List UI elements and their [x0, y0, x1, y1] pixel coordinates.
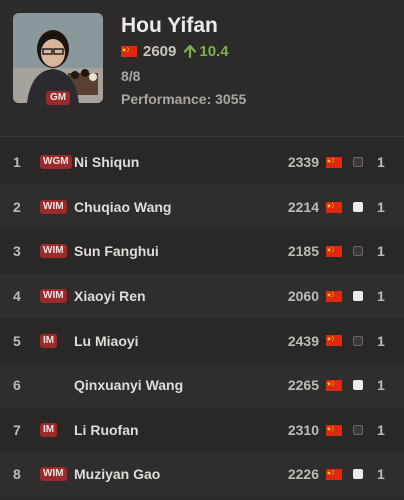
- player-performance: Performance: 3055: [121, 91, 247, 107]
- black-piece-color-icon: [353, 246, 363, 257]
- opponent-row[interactable]: 1 WGM Ni Shiqun 2339 1: [0, 140, 404, 185]
- player-rating-line: 2609 10.4: [121, 43, 229, 60]
- game-points: 1: [377, 243, 385, 260]
- player-header: GM Hou Yifan 2609 10.4 8/8 Performance: …: [0, 0, 404, 137]
- opponent-rating: 2226: [287, 466, 319, 483]
- player-rating: 2609: [143, 43, 177, 60]
- round-number: 7: [13, 421, 21, 438]
- opponent-name[interactable]: Xiaoyi Ren: [74, 288, 146, 304]
- arrow-up-icon: [184, 45, 197, 58]
- round-number: 5: [13, 332, 21, 349]
- title-badge: WIM: [40, 289, 67, 304]
- title-badge: IM: [40, 333, 58, 348]
- title-badge: WIM: [40, 244, 67, 259]
- opponent-rating: 2185: [287, 243, 319, 260]
- round-number: 6: [13, 377, 21, 394]
- opponent-row[interactable]: 6 Qinxuanyi Wang 2265 1: [0, 362, 404, 408]
- round-number: 1: [13, 154, 21, 171]
- china-flag-icon: [326, 423, 342, 439]
- china-flag-icon: [121, 46, 137, 57]
- player-name[interactable]: Hou Yifan: [121, 14, 218, 38]
- round-number: 2: [13, 198, 21, 215]
- opponent-name[interactable]: Lu Miaoyi: [74, 333, 139, 349]
- game-points: 1: [377, 421, 385, 438]
- game-points: 1: [377, 466, 385, 483]
- opponent-list: 1 WGM Ni Shiqun 2339 1 2 WIM Chuqiao Wang 2214 1 3…: [0, 140, 404, 497]
- white-piece-color-icon: [353, 469, 363, 480]
- china-flag-icon: [326, 155, 342, 171]
- opponent-rating: 2310: [287, 421, 319, 438]
- opponent-rating: 2439: [287, 332, 319, 349]
- player-photo: [13, 13, 103, 103]
- title-badge: WGM: [40, 155, 72, 170]
- opponent-row[interactable]: 4 WIM Xiaoyi Ren 2060 1: [0, 273, 404, 319]
- opponent-row[interactable]: 8 WIM Muziyan Gao 2226 1: [0, 452, 404, 497]
- china-flag-icon: [326, 244, 342, 260]
- opponent-name[interactable]: Sun Fanghui: [74, 243, 159, 259]
- game-points: 1: [377, 288, 385, 305]
- game-points: 1: [377, 198, 385, 215]
- opponent-row[interactable]: 3 WIM Sun Fanghui 2185 1: [0, 229, 404, 274]
- title-badge: WIM: [40, 199, 67, 214]
- rating-gain-value: 10.4: [199, 43, 229, 60]
- opponent-row[interactable]: 5 IM Lu Miaoyi 2439 1: [0, 318, 404, 363]
- opponent-rating: 2265: [287, 377, 319, 394]
- opponent-name[interactable]: Qinxuanyi Wang: [74, 377, 183, 393]
- opponent-rating: 2214: [287, 198, 319, 215]
- opponent-row[interactable]: 7 IM Li Ruofan 2310 1: [0, 407, 404, 453]
- header-divider: [0, 136, 404, 137]
- china-flag-icon: [326, 467, 342, 483]
- game-points: 1: [377, 154, 385, 171]
- game-points: 1: [377, 332, 385, 349]
- white-piece-color-icon: [353, 380, 363, 391]
- opponent-name[interactable]: Ni Shiqun: [74, 154, 139, 170]
- title-badge: IM: [40, 422, 58, 437]
- white-piece-color-icon: [353, 291, 363, 302]
- game-points: 1: [377, 377, 385, 394]
- china-flag-icon: [326, 200, 342, 216]
- round-number: 8: [13, 466, 21, 483]
- round-number: 4: [13, 288, 21, 305]
- title-badge: WIM: [40, 467, 67, 482]
- opponent-name[interactable]: Chuqiao Wang: [74, 199, 171, 215]
- opponent-row[interactable]: 2 WIM Chuqiao Wang 2214 1: [0, 184, 404, 230]
- rating-gain: 10.4: [184, 43, 229, 60]
- opponent-name[interactable]: Li Ruofan: [74, 422, 139, 438]
- white-piece-color-icon: [353, 201, 363, 212]
- player-title-badge: GM: [46, 91, 71, 105]
- opponent-rating: 2339: [287, 154, 319, 171]
- player-score: 8/8: [121, 68, 141, 84]
- china-flag-icon: [326, 333, 342, 349]
- china-flag-icon: [326, 289, 342, 305]
- opponent-rating: 2060: [287, 288, 319, 305]
- black-piece-color-icon: [353, 424, 363, 435]
- black-piece-color-icon: [353, 157, 363, 168]
- china-flag-icon: [326, 378, 342, 394]
- round-number: 3: [13, 243, 21, 260]
- black-piece-color-icon: [353, 335, 363, 346]
- opponent-name[interactable]: Muziyan Gao: [74, 466, 160, 482]
